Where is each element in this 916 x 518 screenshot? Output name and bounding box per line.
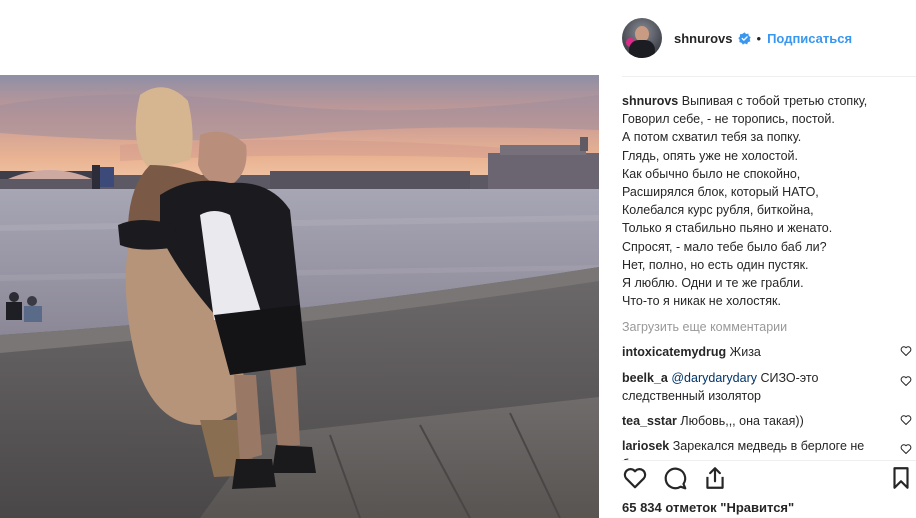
comments-list[interactable]: shnurovs Выпивая с тобой третью стопку, … <box>622 92 912 460</box>
actions-divider <box>622 460 916 461</box>
caption-line: Нет, полно, но есть один пустяк. <box>622 257 809 272</box>
comment-username[interactable]: beelk_a <box>622 371 668 385</box>
post-details-panel: shnurovs • Подписаться shnurovs Выпивая … <box>599 0 916 518</box>
comment-username[interactable]: tea_sstar <box>622 414 677 428</box>
caption-line: Спросят, - мало тебе было баб ли? <box>622 239 827 254</box>
share-icon[interactable] <box>702 465 728 491</box>
comment-item: lariosek Зарекался медведь в берлоге не … <box>622 437 912 460</box>
caption-username[interactable]: shnurovs <box>622 94 678 108</box>
post-actions <box>622 465 916 493</box>
comment-item: tea_sstar Любовь,,, она такая)) <box>622 412 912 430</box>
post-photo[interactable] <box>0 75 599 518</box>
comment-icon[interactable] <box>662 465 688 491</box>
caption-line: Глядь, опять уже не холостой. <box>622 148 799 163</box>
follow-button[interactable]: Подписаться <box>767 31 852 46</box>
avatar-body <box>629 40 655 58</box>
caption-line: Только я стабильно пьяно и женато. <box>622 221 833 236</box>
author-username[interactable]: shnurovs <box>674 31 733 46</box>
heart-icon[interactable] <box>900 345 912 357</box>
comment-item: beelk_a @darydarydary СИЗО-это следствен… <box>622 369 912 405</box>
like-heart-icon[interactable] <box>622 465 648 491</box>
caption-line: Колебался курс рубля, биткойна, <box>622 203 814 218</box>
comment-username[interactable]: intoxicatemydrug <box>622 345 726 359</box>
post-header: shnurovs • Подписаться <box>599 0 916 76</box>
caption-line: Я люблю. Одни и те же грабли. <box>622 276 804 291</box>
comment-username[interactable]: lariosek <box>622 439 669 453</box>
comment-item: intoxicatemydrug Жиза <box>622 343 912 361</box>
heart-icon[interactable] <box>900 375 912 387</box>
comment-text: Жиза <box>729 345 761 360</box>
caption-line: Что-то я никак не холостяк. <box>622 294 781 309</box>
header-divider <box>622 76 916 77</box>
heart-icon[interactable] <box>900 443 912 455</box>
heart-icon[interactable] <box>900 414 912 426</box>
likes-count[interactable]: 65 834 отметок "Нравится" <box>622 500 794 515</box>
photo-image <box>0 75 599 518</box>
post-caption: shnurovs Выпивая с тобой третью стопку, … <box>622 92 912 310</box>
caption-line: Говорил себе, - не торопись, постой. <box>622 112 835 127</box>
bookmark-icon[interactable] <box>888 465 914 491</box>
caption-line: А потом схватил тебя за попку. <box>622 130 802 145</box>
header-dot: • <box>756 30 762 46</box>
load-more-comments-button[interactable]: Загрузить еще комментарии <box>622 318 912 336</box>
comment-text: Любовь,,, она такая)) <box>680 414 804 429</box>
verified-badge-icon <box>737 31 751 45</box>
caption-line: Расширялся блок, который НАТО, <box>622 185 819 200</box>
comment-mention[interactable]: @darydarydary <box>671 371 757 385</box>
caption-line: Как обычно было не спокойно, <box>622 166 801 181</box>
caption-line: Выпивая с тобой третью стопку, <box>681 94 868 108</box>
author-avatar[interactable] <box>622 18 662 58</box>
